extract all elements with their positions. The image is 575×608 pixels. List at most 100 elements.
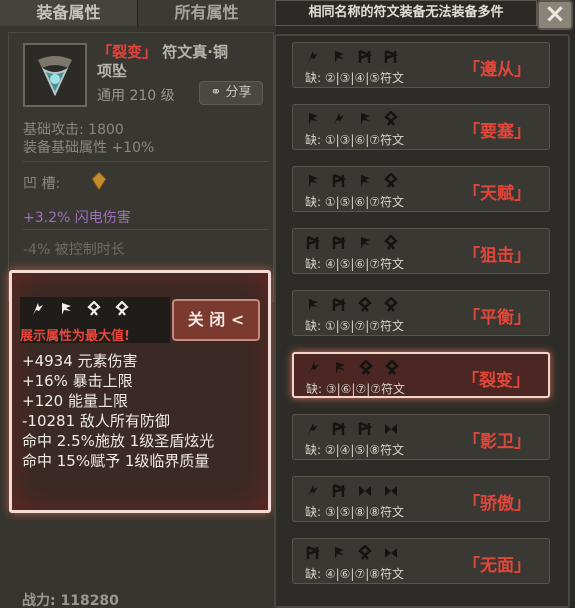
rune-c-icon — [87, 301, 101, 316]
rune-icons — [305, 545, 399, 561]
rune-row[interactable]: 缺: ①|⑤|⑦|⑦符文 「平衡」 — [292, 290, 550, 336]
stat-line: +16% 暴击上限 — [22, 372, 133, 390]
control-duration: -4% 被控制时长 — [23, 242, 125, 258]
rune-icons — [305, 297, 399, 313]
rune-row[interactable]: 缺: ③|⑥|⑦|⑦符文 「裂变」 — [292, 352, 550, 398]
rune-glyph-icon — [361, 237, 370, 249]
rune-glyph-icon — [332, 173, 347, 187]
gem-slot-icon[interactable] — [91, 171, 107, 191]
rune-row[interactable]: 缺: ②|④|⑤|⑧符文 「影卫」 — [292, 414, 550, 460]
rune-glyph-icon — [358, 421, 373, 435]
rune-glyph-icon — [309, 113, 318, 125]
rune-glyph-icon — [359, 486, 371, 496]
share-icon: ⚭ — [210, 85, 222, 100]
rune-glyph-icon — [384, 49, 399, 63]
rune-glyph-icon — [335, 547, 344, 559]
rune-d-icon — [115, 301, 129, 316]
lightning-damage: +3.2% 闪电伤害 — [23, 210, 131, 226]
divider — [23, 229, 268, 230]
rune-row[interactable]: 缺: ①|⑤|⑥|⑦符文 「天赋」 — [292, 166, 550, 212]
missing-runes: 缺: ③|⑤|⑧|⑧符文 — [305, 505, 405, 519]
rune-b-icon — [62, 303, 71, 315]
close-button[interactable]: 关 闭 < — [172, 299, 260, 341]
base-attack: 基础攻击: 1800 — [23, 122, 124, 138]
combat-power: 战力: 118280 — [22, 593, 119, 608]
item-name-prefix: 「裂变」 — [97, 43, 158, 61]
rune-glyph-icon — [309, 175, 318, 187]
rune-list-panel: 相同名称的符文装备无法装备多件 × 缺: ②|③|④|⑤符文 「遵从」 缺: ①|③… — [271, 0, 575, 608]
rune-glyph-icon — [385, 486, 397, 496]
rune-a-icon — [33, 303, 43, 315]
rune-glyph-icon — [385, 424, 397, 434]
rune-glyph-icon — [358, 297, 372, 312]
rune-glyph-icon — [308, 51, 318, 63]
missing-runes: 缺: ①|⑤|⑦|⑦符文 — [305, 319, 405, 333]
rune-glyph-icon — [361, 113, 370, 125]
rune-glyph-icon — [384, 111, 398, 126]
rune-glyph-icon — [332, 297, 347, 311]
item-card: 「裂变」 符文真·铜 项坠 通用 210 级 ⚭ 分享 基础攻击: 1800 装… — [8, 32, 274, 302]
rune-glyph-icon — [385, 548, 397, 558]
close-icon[interactable]: × — [537, 0, 573, 30]
tab-equipment-attributes[interactable]: 装备属性 — [0, 0, 138, 26]
rune-icons — [305, 235, 399, 251]
item-name-rest: 符文真·铜 — [162, 43, 228, 61]
rune-icons — [305, 111, 399, 127]
rune-row[interactable]: 缺: ①|③|⑥|⑦符文 「要塞」 — [292, 104, 550, 150]
rune-glyph-icon — [385, 360, 399, 375]
popup-stats: +4934 元素伤害 +16% 暴击上限 +120 能量上限 -10281 敌人… — [22, 351, 214, 471]
rune-row[interactable]: 缺: ④|⑤|⑥|⑦符文 「狙击」 — [292, 228, 550, 274]
base-bonus: 装备基础属性 +10% — [23, 140, 155, 156]
stat-line: -10281 敌人所有防御 — [22, 412, 170, 430]
share-label: 分享 — [225, 85, 252, 100]
rune-glyph-icon — [336, 362, 345, 374]
rune-set-name: 「要塞」 — [463, 122, 531, 142]
popup-rune-icons — [30, 301, 130, 317]
item-name: 「裂变」 符文真·铜 项坠 — [97, 43, 277, 81]
rune-glyph-icon — [335, 51, 344, 63]
rune-glyph-icon — [332, 483, 347, 497]
rune-glyph-icon — [384, 235, 398, 250]
pendant-icon — [23, 43, 87, 107]
rune-glyph-icon — [359, 360, 373, 375]
rune-row[interactable]: 缺: ③|⑤|⑧|⑧符文 「骄傲」 — [292, 476, 550, 522]
rune-icons — [305, 49, 399, 65]
missing-runes: 缺: ②|③|④|⑤符文 — [305, 71, 405, 85]
slot-label: 凹 槽: — [23, 176, 61, 192]
tab-all-attributes[interactable]: 所有属性 — [138, 0, 276, 26]
stat-line: +120 能量上限 — [22, 392, 128, 410]
rune-icons — [305, 483, 399, 499]
rune-set-name: 「无面」 — [463, 556, 531, 576]
divider — [23, 161, 268, 162]
missing-runes: 缺: ④|⑤|⑥|⑦符文 — [305, 257, 405, 271]
missing-runes: 缺: ②|④|⑤|⑧符文 — [305, 443, 405, 457]
stat-line: +4934 元素伤害 — [22, 352, 138, 370]
item-name-line2: 项坠 — [97, 62, 128, 80]
rune-icons — [306, 360, 400, 376]
rune-glyph-icon — [309, 299, 318, 311]
stat-line: 命中 2.5%施放 1级圣盾炫光 — [22, 432, 215, 450]
rune-icons — [305, 173, 399, 189]
rune-glyph-icon — [308, 423, 318, 435]
rune-set-name: 「天赋」 — [463, 184, 531, 204]
rune-row[interactable]: 缺: ④|⑥|⑦|⑧符文 「无面」 — [292, 538, 550, 584]
rune-row[interactable]: 缺: ②|③|④|⑤符文 「遵从」 — [292, 42, 550, 88]
share-button[interactable]: ⚭ 分享 — [199, 81, 263, 105]
rune-set-name: 「影卫」 — [463, 432, 531, 452]
rune-icons — [305, 421, 399, 437]
rune-attributes-popup: 展示属性为最大值! 关 闭 < +4934 元素伤害 +16% 暴击上限 +12… — [9, 270, 271, 513]
stat-line: 命中 15%赋予 1级临界质量 — [22, 452, 210, 470]
rune-list[interactable]: 缺: ②|③|④|⑤符文 「遵从」缺: ①|③|⑥|⑦符文 「要塞」 缺: ①|⑤|⑥… — [274, 34, 570, 608]
rune-glyph-icon — [309, 362, 319, 374]
rune-glyph-icon — [361, 175, 370, 187]
rune-glyph-icon — [306, 545, 321, 559]
item-level: 通用 210 级 — [97, 88, 175, 104]
rune-set-name: 「狙击」 — [463, 246, 531, 266]
tab-bar: 装备属性 所有属性 — [0, 0, 276, 26]
max-value-note: 展示属性为最大值! — [20, 329, 130, 344]
rune-glyph-icon — [384, 297, 398, 312]
missing-runes: 缺: ④|⑥|⑦|⑧符文 — [305, 567, 405, 581]
rune-set-name: 「骄傲」 — [463, 494, 531, 514]
rune-set-name: 「遵从」 — [463, 60, 531, 80]
rune-glyph-icon — [308, 485, 318, 497]
